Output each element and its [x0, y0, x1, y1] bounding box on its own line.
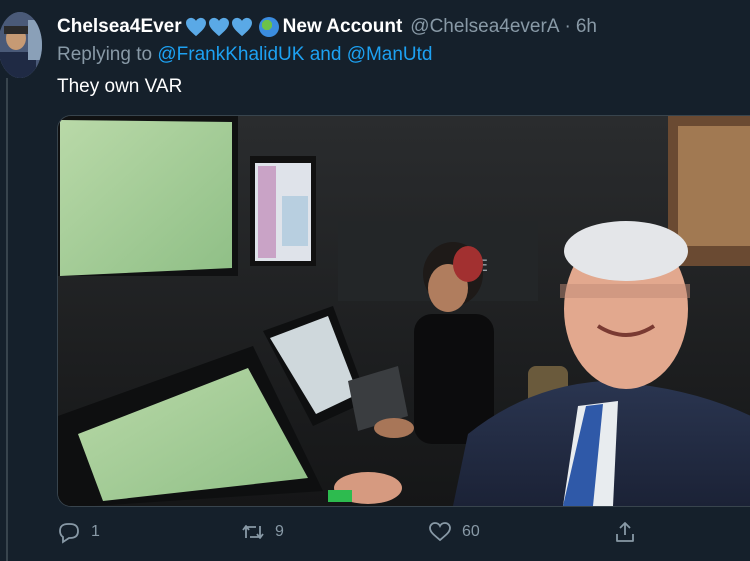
- replying-to-line: Replying to @FrankKhalidUK and @ManUtd: [57, 44, 433, 66]
- tweet-text: They own VAR: [57, 76, 183, 97]
- globe-icon: [258, 17, 279, 37]
- like-button[interactable]: 60: [428, 520, 480, 544]
- mention-link[interactable]: @ManUtd: [347, 44, 433, 65]
- tweet-image[interactable]: EYE: [57, 115, 750, 507]
- tweet-actions: 1 9 60: [57, 520, 697, 548]
- retweet-icon: [242, 525, 264, 539]
- retweet-button[interactable]: 9: [241, 520, 284, 544]
- heart-emojis: [185, 17, 253, 37]
- mention-link[interactable]: @FrankKhalidUK: [157, 44, 304, 65]
- reply-button[interactable]: 1: [57, 520, 100, 544]
- avatar[interactable]: [0, 12, 42, 78]
- user-handle[interactable]: @Chelsea4everA: [410, 16, 559, 38]
- blue-heart-icon: [208, 17, 229, 37]
- blue-heart-icon: [185, 17, 206, 37]
- retweet-count: 9: [275, 523, 284, 540]
- like-count: 60: [462, 523, 480, 540]
- separator-dot: ·: [564, 16, 571, 37]
- share-button[interactable]: [613, 520, 637, 544]
- replying-and: and: [309, 44, 342, 65]
- reply-icon: [59, 523, 79, 544]
- share-icon: [616, 522, 634, 542]
- thread-line: [6, 78, 8, 561]
- timestamp[interactable]: 6h: [576, 16, 597, 38]
- blue-heart-icon: [231, 17, 252, 37]
- like-heart-icon: [429, 522, 451, 542]
- display-name[interactable]: Chelsea4Ever: [57, 16, 182, 38]
- var-room-photo: EYE: [58, 116, 750, 506]
- reply-count: 1: [91, 523, 100, 540]
- tweet-header: Chelsea4Ever New Account @Chelsea4everA …: [57, 14, 597, 40]
- replying-prefix: Replying to: [57, 44, 153, 65]
- display-name-suffix[interactable]: New Account: [283, 16, 403, 38]
